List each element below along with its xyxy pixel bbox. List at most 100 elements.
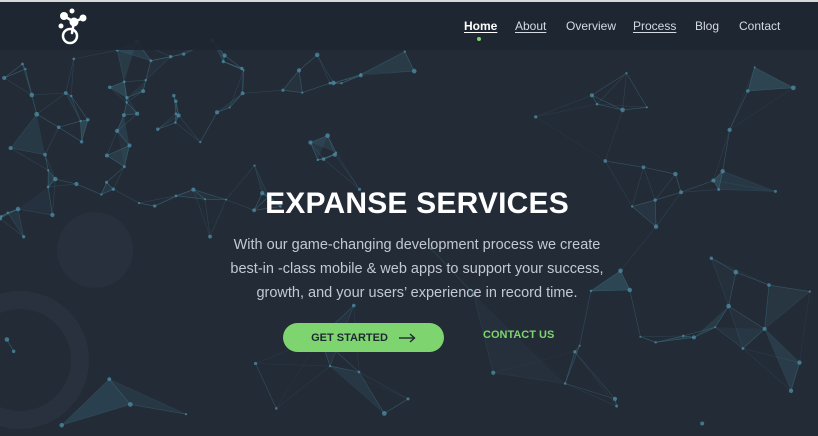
- network-node: [691, 335, 696, 340]
- network-facet: [106, 145, 130, 167]
- network-node: [22, 235, 26, 239]
- network-node: [228, 106, 231, 109]
- network-link: [116, 113, 138, 132]
- network-node: [491, 370, 496, 375]
- network-node: [534, 115, 538, 119]
- network-node: [573, 350, 577, 354]
- network-node: [357, 370, 361, 374]
- network-link: [316, 54, 334, 84]
- network-facet: [747, 67, 794, 91]
- nav-process[interactable]: Process: [633, 19, 676, 33]
- network-node: [296, 68, 302, 73]
- network-node: [654, 341, 657, 344]
- network-node: [711, 178, 716, 183]
- network-link: [200, 112, 218, 143]
- network-node: [595, 102, 599, 106]
- network-facet: [764, 285, 810, 329]
- network-node: [107, 377, 112, 382]
- network-node: [726, 303, 731, 309]
- network-node: [121, 113, 126, 118]
- network-link: [564, 351, 576, 384]
- network-link: [620, 226, 657, 271]
- arrow-right-icon: [398, 332, 416, 343]
- network-node: [199, 140, 202, 144]
- get-started-button[interactable]: GET STARTED: [283, 323, 444, 352]
- network-node: [168, 54, 173, 59]
- network-node: [331, 80, 336, 86]
- network-link: [65, 92, 81, 122]
- network-node: [639, 335, 642, 338]
- network-node: [681, 334, 685, 338]
- network-node: [105, 180, 109, 184]
- network-node: [221, 59, 225, 64]
- nav-about[interactable]: About: [515, 19, 546, 33]
- network-link: [55, 178, 77, 185]
- network-link: [229, 93, 243, 108]
- network-node: [56, 125, 61, 130]
- network-node: [641, 165, 646, 170]
- network-node: [242, 69, 245, 72]
- network-node: [275, 407, 278, 410]
- network-node: [2, 75, 7, 81]
- network-link: [4, 63, 23, 79]
- network-node: [122, 165, 126, 169]
- network-node: [125, 96, 129, 100]
- landing-page: Home About Overview Process Blog Contact…: [0, 0, 818, 436]
- molecule-logo-icon[interactable]: [52, 6, 92, 48]
- network-node: [24, 67, 27, 71]
- network-node: [589, 93, 594, 98]
- network-node: [301, 91, 304, 94]
- network-node: [727, 127, 732, 133]
- network-link: [799, 291, 811, 363]
- network-node: [115, 128, 120, 134]
- network-link: [175, 122, 201, 143]
- network-node: [21, 62, 24, 66]
- network-node: [627, 287, 632, 293]
- network-node: [127, 402, 133, 407]
- network-node: [215, 110, 220, 115]
- network-link: [242, 89, 283, 94]
- network-node: [74, 181, 79, 187]
- network-link: [565, 383, 617, 407]
- network-facet: [10, 114, 45, 155]
- network-node: [69, 94, 73, 98]
- network-node: [176, 113, 181, 118]
- network-node: [59, 422, 64, 428]
- network-node: [653, 224, 659, 229]
- network-link: [113, 166, 125, 190]
- network-node: [325, 133, 330, 138]
- network-node: [174, 112, 178, 116]
- hero-subtitle-line: growth, and your users’ experience in re…: [256, 285, 578, 301]
- nav-overview[interactable]: Overview: [566, 19, 616, 33]
- network-node: [746, 89, 750, 93]
- network-link: [640, 335, 684, 338]
- network-link: [44, 127, 59, 155]
- nav-blog[interactable]: Blog: [695, 19, 719, 33]
- network-node: [308, 140, 313, 145]
- network-link: [535, 95, 593, 118]
- network-node: [797, 360, 802, 365]
- network-node: [720, 169, 725, 174]
- network-node: [328, 364, 332, 368]
- network-link: [596, 72, 627, 105]
- network-node: [104, 153, 109, 158]
- network-node: [332, 152, 337, 157]
- network-node: [788, 388, 794, 393]
- network-node: [8, 146, 13, 151]
- network-node: [29, 92, 35, 98]
- network-node: [281, 88, 285, 92]
- network-node: [709, 256, 714, 260]
- network-node: [86, 117, 90, 122]
- nav-contact[interactable]: Contact: [739, 19, 780, 33]
- nav-home[interactable]: Home: [464, 19, 497, 33]
- network-node: [172, 93, 176, 98]
- network-facet: [126, 80, 146, 98]
- network-node: [253, 164, 256, 167]
- network-link: [574, 351, 616, 400]
- network-node: [578, 344, 581, 347]
- contact-us-button[interactable]: CONTACT US: [483, 329, 554, 341]
- network-node: [156, 127, 160, 131]
- hero-subtitle-line: best-in -class mobile & web apps to supp…: [230, 261, 604, 277]
- get-started-label: GET STARTED: [311, 331, 388, 344]
- network-node: [63, 91, 68, 95]
